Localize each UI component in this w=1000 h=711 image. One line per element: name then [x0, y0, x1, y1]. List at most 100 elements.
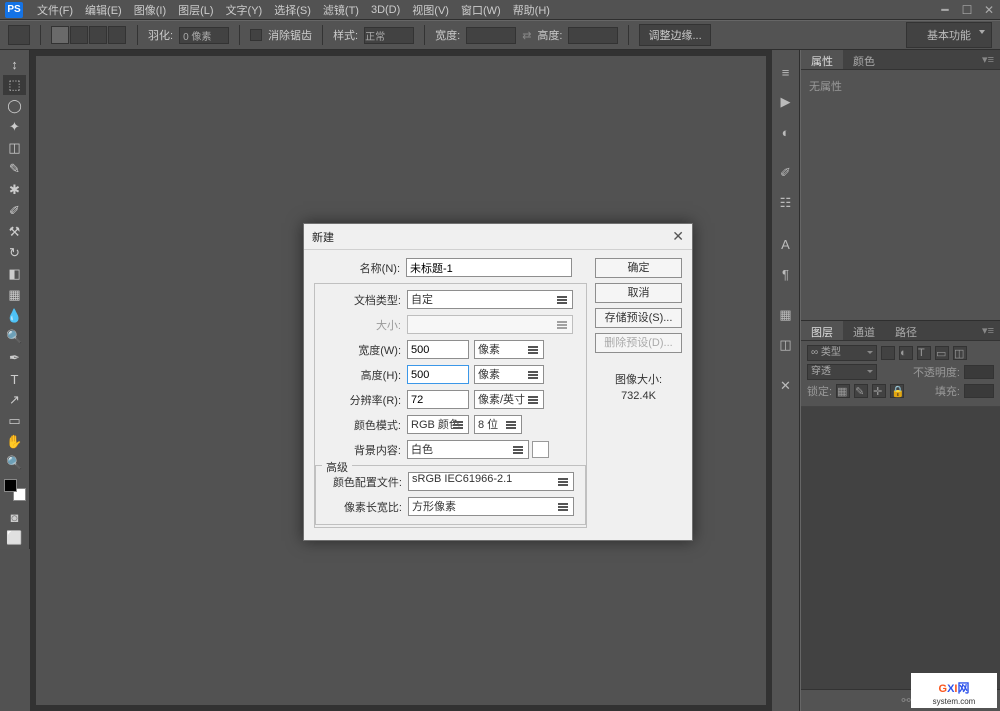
- menu-file[interactable]: 文件(F): [31, 2, 79, 18]
- link-layers-icon[interactable]: ⚯: [901, 694, 910, 707]
- paragraph-dock-icon[interactable]: ¶: [775, 263, 797, 285]
- height-input[interactable]: [407, 365, 469, 384]
- move-tool[interactable]: ↕: [3, 54, 26, 74]
- hand-tool[interactable]: ✋: [3, 432, 26, 452]
- lock-trans-icon[interactable]: ▦: [836, 384, 850, 398]
- opacity-input[interactable]: [964, 365, 994, 379]
- panel-menu-icon[interactable]: ▾≡: [976, 321, 1000, 340]
- bgcolor-swatch[interactable]: [532, 441, 549, 458]
- resolution-input[interactable]: [407, 390, 469, 409]
- healing-tool[interactable]: ✱: [3, 180, 26, 200]
- feather-input[interactable]: 0 像素: [179, 27, 229, 44]
- filter-type-icon[interactable]: T: [917, 346, 931, 360]
- info-dock-icon[interactable]: ◫: [775, 334, 797, 356]
- tab-paths[interactable]: 路径: [885, 321, 927, 340]
- gradient-tool[interactable]: ▦: [3, 285, 26, 305]
- filter-smart-icon[interactable]: ◫: [953, 346, 967, 360]
- name-input[interactable]: [406, 258, 572, 277]
- actions-dock-icon[interactable]: ▶: [775, 91, 797, 113]
- lasso-tool[interactable]: ◯: [3, 96, 26, 116]
- screenmode-tool[interactable]: ⬜: [3, 528, 26, 548]
- menu-help[interactable]: 帮助(H): [507, 2, 556, 18]
- character-dock-icon[interactable]: A: [775, 233, 797, 255]
- lock-paint-icon[interactable]: ✎: [854, 384, 868, 398]
- width-input[interactable]: [466, 27, 516, 44]
- height-input[interactable]: [568, 27, 618, 44]
- fg-color[interactable]: [4, 479, 17, 492]
- lock-pos-icon[interactable]: ✛: [872, 384, 886, 398]
- tab-layers[interactable]: 图层: [801, 321, 843, 340]
- mode-new[interactable]: [51, 26, 69, 44]
- current-tool-icon[interactable]: [8, 25, 30, 45]
- width-input[interactable]: [407, 340, 469, 359]
- crop-tool[interactable]: ◫: [3, 138, 26, 158]
- type-tool[interactable]: T: [3, 369, 26, 389]
- tab-properties[interactable]: 属性: [801, 50, 843, 69]
- eraser-tool[interactable]: ◧: [3, 264, 26, 284]
- colormode-select[interactable]: RGB 颜色: [407, 415, 469, 434]
- magic-wand-tool[interactable]: ✦: [3, 117, 26, 137]
- layer-filter-select[interactable]: ∞ 类型: [807, 345, 877, 361]
- misc-dock-icon[interactable]: ✕: [775, 375, 797, 397]
- history-brush-tool[interactable]: ↻: [3, 243, 26, 263]
- lock-all-icon[interactable]: 🔒: [890, 384, 904, 398]
- antialias-checkbox[interactable]: [250, 29, 262, 41]
- filter-adjust-icon[interactable]: ◐: [899, 346, 913, 360]
- dodge-tool[interactable]: 🔍: [3, 327, 26, 347]
- bgcontent-select[interactable]: 白色: [407, 440, 529, 459]
- brush-tool[interactable]: ✐: [3, 201, 26, 221]
- minimize-button[interactable]: ━: [934, 3, 956, 17]
- brush-dock-icon[interactable]: ✐: [775, 162, 797, 184]
- close-button[interactable]: ✕: [978, 3, 1000, 17]
- path-select-tool[interactable]: ↗: [3, 390, 26, 410]
- zoom-tool[interactable]: 🔍: [3, 453, 26, 473]
- menu-filter[interactable]: 滤镜(T): [317, 2, 365, 18]
- preset-select[interactable]: 自定: [407, 290, 573, 309]
- menu-image[interactable]: 图像(I): [128, 2, 172, 18]
- height-unit-select[interactable]: 像素: [474, 365, 544, 384]
- tab-channels[interactable]: 通道: [843, 321, 885, 340]
- brushpreset-dock-icon[interactable]: ☷: [775, 192, 797, 214]
- bitdepth-select[interactable]: 8 位: [474, 415, 522, 434]
- mode-add[interactable]: [70, 26, 88, 44]
- filter-pixel-icon[interactable]: [881, 346, 895, 360]
- save-preset-button[interactable]: 存储预设(S)...: [595, 308, 682, 328]
- menu-type[interactable]: 文字(Y): [220, 2, 269, 18]
- dialog-close-icon[interactable]: ✕: [672, 228, 684, 245]
- eyedropper-tool[interactable]: ✎: [3, 159, 26, 179]
- style-select[interactable]: 正常: [364, 27, 414, 44]
- nav-dock-icon[interactable]: ▦: [775, 304, 797, 326]
- marquee-tool[interactable]: ⬚: [3, 75, 26, 95]
- menu-view[interactable]: 视图(V): [406, 2, 455, 18]
- shape-tool[interactable]: ▭: [3, 411, 26, 431]
- refine-edge-button[interactable]: 调整边缘...: [639, 24, 710, 46]
- tab-color[interactable]: 颜色: [843, 50, 885, 69]
- menu-3d[interactable]: 3D(D): [365, 4, 406, 16]
- swap-icon[interactable]: ⇄: [522, 29, 531, 42]
- profile-select[interactable]: sRGB IEC61966-2.1: [408, 472, 574, 491]
- menu-layer[interactable]: 图层(L): [172, 2, 219, 18]
- menu-window[interactable]: 窗口(W): [455, 2, 507, 18]
- workspace-select[interactable]: 基本功能: [906, 22, 992, 48]
- ok-button[interactable]: 确定: [595, 258, 682, 278]
- history-dock-icon[interactable]: ≡: [775, 61, 797, 83]
- quickmask-tool[interactable]: ◙: [3, 507, 26, 527]
- adjustments-dock-icon[interactable]: ◐: [775, 121, 797, 143]
- panel-menu-icon[interactable]: ▾≡: [976, 50, 1000, 69]
- color-swatches[interactable]: [4, 479, 26, 501]
- aspect-select[interactable]: 方形像素: [408, 497, 574, 516]
- filter-shape-icon[interactable]: ▭: [935, 346, 949, 360]
- fill-input[interactable]: [964, 384, 994, 398]
- maximize-button[interactable]: ☐: [956, 3, 978, 17]
- menu-edit[interactable]: 编辑(E): [79, 2, 128, 18]
- blur-tool[interactable]: 💧: [3, 306, 26, 326]
- cancel-button[interactable]: 取消: [595, 283, 682, 303]
- resolution-unit-select[interactable]: 像素/英寸: [474, 390, 544, 409]
- clone-tool[interactable]: ⚒: [3, 222, 26, 242]
- pen-tool[interactable]: ✒: [3, 348, 26, 368]
- mode-subtract[interactable]: [89, 26, 107, 44]
- width-unit-select[interactable]: 像素: [474, 340, 544, 359]
- mode-intersect[interactable]: [108, 26, 126, 44]
- layers-list[interactable]: [801, 407, 1000, 689]
- blend-mode-select[interactable]: 穿透: [807, 364, 877, 380]
